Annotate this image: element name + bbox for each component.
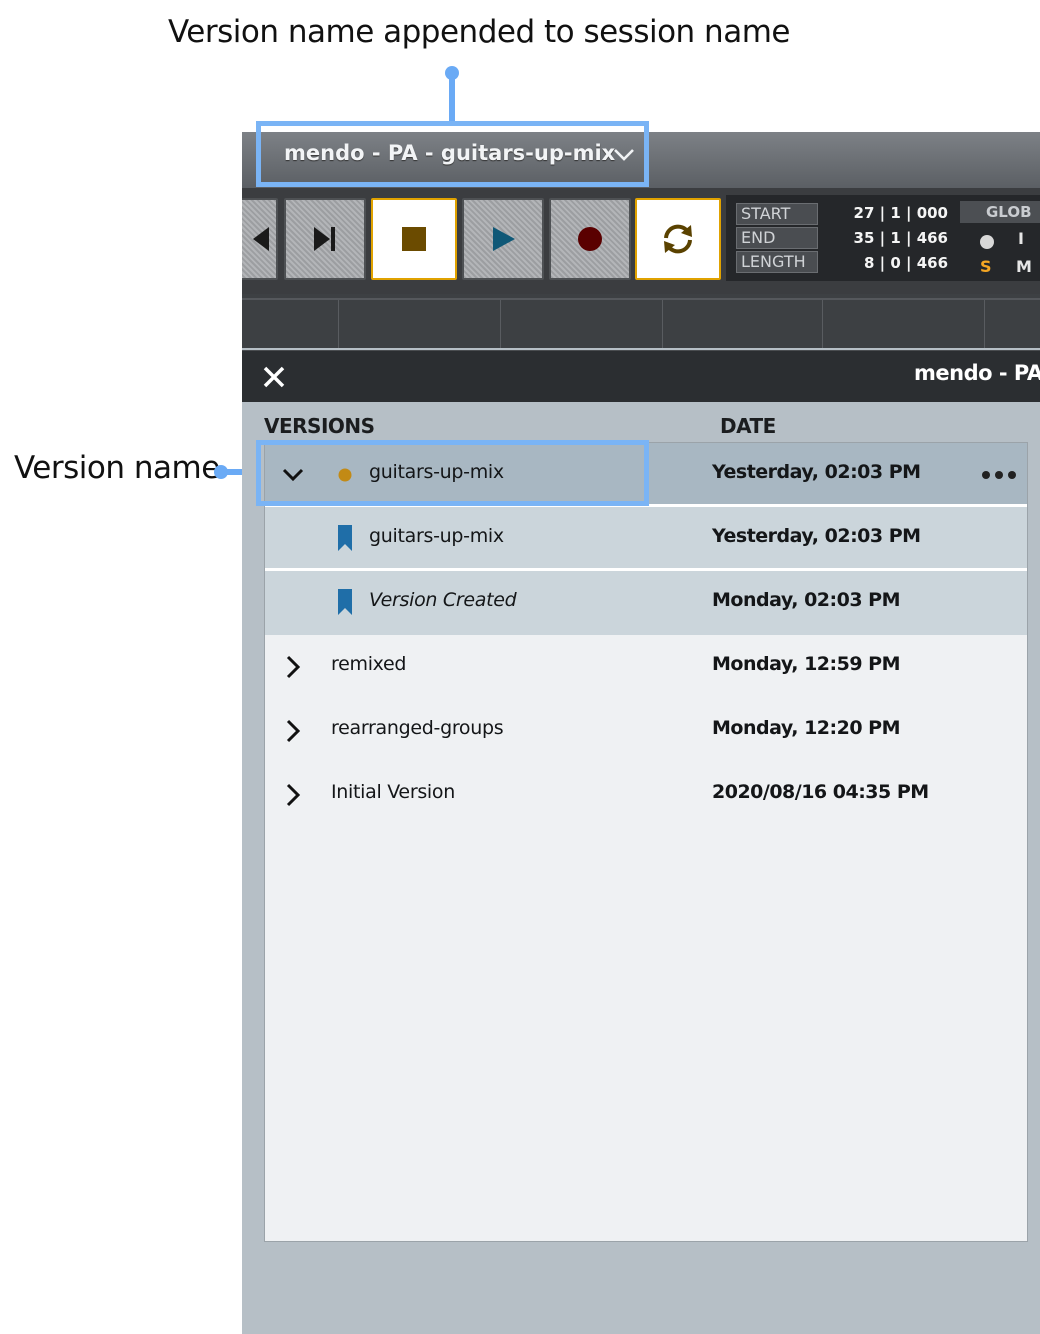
version-date: Monday, 12:20 PM — [712, 717, 901, 739]
version-date: 2020/08/16 04:35 PM — [712, 781, 929, 803]
timeline-tick — [984, 300, 985, 348]
start-label: START — [736, 203, 818, 225]
stop-button[interactable] — [371, 198, 457, 280]
annotation-session-name: Version name appended to session name — [168, 14, 790, 50]
snapshot-row[interactable]: Version Created Monday, 02:03 PM — [265, 571, 1027, 635]
global-solo-toggle[interactable]: S — [980, 257, 992, 276]
end-label: END — [736, 227, 818, 249]
play-button[interactable] — [462, 198, 544, 280]
timeline-tick — [662, 300, 663, 348]
version-name: Initial Version — [331, 781, 455, 803]
chevron-right-icon[interactable] — [283, 719, 303, 743]
more-options-icon[interactable] — [981, 469, 1017, 481]
snapshot-name: guitars-up-mix — [369, 525, 504, 547]
version-row[interactable]: Initial Version 2020/08/16 04:35 PM — [265, 763, 1027, 827]
snapshot-name: Version Created — [369, 589, 517, 611]
time-counter: START END LENGTH 27 | 1 | 000 35 | 1 | 4… — [726, 195, 1040, 281]
version-name: remixed — [331, 653, 407, 675]
version-row[interactable]: rearranged-groups Monday, 12:20 PM — [265, 699, 1027, 763]
global-label: GLOB — [960, 201, 1040, 223]
global-status-dot-icon — [980, 235, 994, 249]
chevron-right-icon[interactable] — [283, 783, 303, 807]
version-date: Yesterday, 02:03 PM — [712, 461, 921, 483]
length-label: LENGTH — [736, 251, 818, 273]
version-name: rearranged-groups — [331, 717, 504, 739]
loop-icon — [664, 224, 692, 254]
version-name-highlight — [256, 440, 649, 506]
app-window: mendo - PA - guitars-up-mix START END LE… — [242, 132, 1040, 1334]
play-icon — [493, 227, 515, 251]
snapshot-date: Yesterday, 02:03 PM — [712, 525, 921, 547]
version-date: Monday, 12:59 PM — [712, 653, 901, 675]
bookmark-icon — [338, 589, 352, 615]
end-value[interactable]: 35 | 1 | 466 — [838, 228, 948, 248]
version-row[interactable]: remixed Monday, 12:59 PM — [265, 635, 1027, 699]
timeline-tick — [500, 300, 501, 348]
annotation-version-name: Version name — [14, 450, 220, 486]
length-value[interactable]: 8 | 0 | 466 — [838, 253, 948, 273]
snapshot-date: Monday, 02:03 PM — [712, 589, 901, 611]
transport-bar: START END LENGTH 27 | 1 | 000 35 | 1 | 4… — [242, 188, 1040, 294]
timeline-tick — [822, 300, 823, 348]
panel-title: mendo - PA - — [914, 361, 1040, 385]
skip-to-end-icon — [314, 227, 335, 251]
timeline-tick — [338, 300, 339, 348]
record-button[interactable] — [549, 198, 631, 280]
skip-to-end-button[interactable] — [284, 198, 366, 280]
annotation-top-line — [449, 72, 455, 124]
versions-list: guitars-up-mix Yesterday, 02:03 PM guita… — [264, 442, 1028, 1242]
chevron-right-icon[interactable] — [283, 655, 303, 679]
rewind-icon — [252, 227, 269, 251]
close-icon[interactable] — [260, 363, 288, 391]
global-mute-toggle[interactable]: M — [1016, 257, 1032, 276]
stop-icon — [402, 227, 426, 251]
timeline-strip — [242, 294, 1040, 348]
snapshot-row[interactable]: guitars-up-mix Yesterday, 02:03 PM — [265, 507, 1027, 571]
versions-column-header[interactable]: VERSIONS — [264, 414, 375, 438]
session-name-highlight — [256, 121, 649, 187]
date-column-header[interactable]: DATE — [720, 414, 776, 438]
bookmark-icon — [338, 525, 352, 551]
loop-button[interactable] — [635, 198, 721, 280]
timeline-divider — [242, 298, 1040, 300]
global-i-toggle[interactable]: I — [1018, 229, 1024, 248]
start-value[interactable]: 27 | 1 | 000 — [838, 203, 948, 223]
rewind-button[interactable] — [242, 198, 278, 280]
versions-panel-header: mendo - PA - — [242, 350, 1040, 402]
record-icon — [578, 227, 602, 251]
